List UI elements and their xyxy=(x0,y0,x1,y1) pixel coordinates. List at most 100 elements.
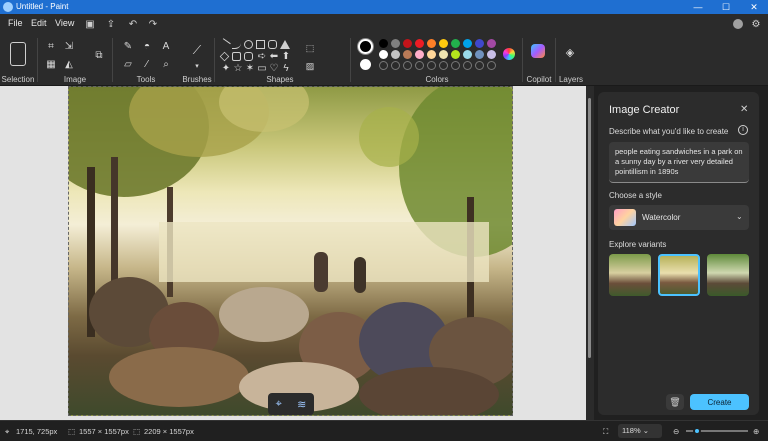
triangle-shape-icon[interactable] xyxy=(280,40,290,49)
color-swatch[interactable] xyxy=(427,39,436,48)
close-window-button[interactable]: ✕ xyxy=(740,0,768,14)
zoom-out-icon[interactable]: ⊖ xyxy=(673,427,679,436)
menu-view[interactable]: View xyxy=(55,18,74,28)
minimize-button[interactable]: — xyxy=(684,0,712,14)
color-swatch[interactable] xyxy=(439,39,448,48)
custom-color-slot[interactable] xyxy=(391,61,400,70)
style-dropdown[interactable]: Watercolor ⌄ xyxy=(609,205,749,230)
crop-icon[interactable]: ⌗ xyxy=(45,41,57,53)
menu-edit[interactable]: Edit xyxy=(31,18,47,28)
hexagon-shape-icon[interactable] xyxy=(244,52,253,61)
zoom-slider-thumb[interactable] xyxy=(693,427,701,435)
share-icon[interactable]: ⇪ xyxy=(104,17,118,31)
color-swatch[interactable] xyxy=(391,50,400,59)
text-tool-icon[interactable]: A xyxy=(160,41,172,53)
star-six-shape-icon[interactable]: ✶ xyxy=(244,63,256,75)
color-swatch[interactable] xyxy=(379,39,388,48)
delete-icon[interactable]: 🗑 xyxy=(666,394,684,410)
magnifier-icon[interactable]: ⌕ xyxy=(160,59,172,71)
rounded-rect-shape-icon[interactable] xyxy=(268,40,277,49)
heart-shape-icon[interactable]: ♡ xyxy=(268,63,280,75)
erase-generative-icon[interactable]: ≋ xyxy=(297,398,306,411)
color-swatch[interactable] xyxy=(427,50,436,59)
oval-shape-icon[interactable] xyxy=(244,40,253,49)
callout-shape-icon[interactable]: ▭ xyxy=(256,63,268,75)
diamond-shape-icon[interactable] xyxy=(219,51,230,62)
settings-gear-icon[interactable]: ⚙ xyxy=(749,17,763,31)
star-four-shape-icon[interactable]: ✦ xyxy=(220,63,232,75)
color-swatch[interactable] xyxy=(451,50,460,59)
star-five-shape-icon[interactable]: ☆ xyxy=(232,63,244,75)
variant-thumbnail-1[interactable] xyxy=(609,254,651,296)
select-all-icon[interactable]: ▦ xyxy=(45,59,57,71)
canvas-image[interactable] xyxy=(68,86,513,416)
color-swatch[interactable] xyxy=(415,39,424,48)
resize-icon[interactable]: ⇲ xyxy=(63,41,75,53)
fit-to-window-icon[interactable]: ⛶ xyxy=(603,427,608,437)
edit-colors-icon[interactable] xyxy=(503,48,515,60)
redo-icon[interactable]: ↷ xyxy=(146,17,160,31)
custom-color-slot[interactable] xyxy=(439,61,448,70)
account-avatar[interactable] xyxy=(733,19,743,29)
color-swatch[interactable] xyxy=(439,50,448,59)
background-removal-icon[interactable]: ⧉ xyxy=(93,50,105,62)
pentagon-shape-icon[interactable] xyxy=(232,52,241,61)
zoom-dropdown[interactable]: 118% ⌄ xyxy=(618,424,662,438)
maximize-button[interactable]: ☐ xyxy=(712,0,740,14)
eraser-icon[interactable]: ▱ xyxy=(122,59,134,71)
color-swatch[interactable] xyxy=(487,39,496,48)
primary-color-swatch[interactable] xyxy=(358,39,373,54)
rectangle-shape-icon[interactable] xyxy=(256,40,265,49)
variant-thumbnail-2-selected[interactable] xyxy=(658,254,700,296)
color-swatch[interactable] xyxy=(379,50,388,59)
pencil-icon[interactable]: ✎ xyxy=(122,41,134,53)
menu-file[interactable]: File xyxy=(8,18,23,28)
color-swatch[interactable] xyxy=(463,50,472,59)
color-swatch[interactable] xyxy=(391,39,400,48)
color-swatch[interactable] xyxy=(487,50,496,59)
copilot-icon[interactable] xyxy=(531,44,545,58)
brush-icon[interactable]: ⟋ xyxy=(191,44,203,56)
fill-bucket-icon[interactable]: ◓ xyxy=(141,41,153,53)
zoom-in-icon[interactable]: ⊕ xyxy=(753,427,759,436)
line-shape-icon[interactable] xyxy=(218,38,231,51)
color-swatch[interactable] xyxy=(403,39,412,48)
shape-fill-icon[interactable]: ▨ xyxy=(304,60,316,72)
custom-color-slot[interactable] xyxy=(463,61,472,70)
arrow-left-shape-icon[interactable]: ⬅ xyxy=(268,51,280,63)
custom-color-slot[interactable] xyxy=(427,61,436,70)
shape-outline-icon[interactable]: ⬚ xyxy=(304,42,316,54)
create-button[interactable]: Create xyxy=(690,394,749,410)
undo-icon[interactable]: ↶ xyxy=(126,17,140,31)
custom-color-slot[interactable] xyxy=(487,61,496,70)
variant-thumbnail-3[interactable] xyxy=(707,254,749,296)
close-panel-icon[interactable]: ✕ xyxy=(740,104,748,115)
shapes-gallery[interactable]: ➪ ⬅ ⬆ ✦ ☆ ✶ ▭ ♡ ϟ xyxy=(218,38,298,75)
color-swatch[interactable] xyxy=(463,39,472,48)
color-swatch[interactable] xyxy=(475,50,484,59)
color-swatch[interactable] xyxy=(451,39,460,48)
selection-tool-icon[interactable] xyxy=(10,42,26,66)
color-picker-icon[interactable]: ⁄ xyxy=(141,59,153,71)
custom-color-slot[interactable] xyxy=(475,61,484,70)
info-icon[interactable]: i xyxy=(738,125,748,135)
curve-shape-icon[interactable] xyxy=(232,40,241,49)
remove-background-icon[interactable]: ⌖ xyxy=(276,398,282,411)
custom-color-slot[interactable] xyxy=(403,61,412,70)
custom-color-slot[interactable] xyxy=(415,61,424,70)
custom-color-slot[interactable] xyxy=(379,61,388,70)
prompt-input[interactable]: people eating sandwiches in a park on a … xyxy=(609,142,749,183)
scrollbar-thumb[interactable] xyxy=(588,98,591,358)
secondary-color-swatch[interactable] xyxy=(360,59,371,70)
layers-icon[interactable]: ◈ xyxy=(564,47,576,59)
arrow-right-shape-icon[interactable]: ➪ xyxy=(256,51,268,63)
color-swatch[interactable] xyxy=(475,39,484,48)
lightning-shape-icon[interactable]: ϟ xyxy=(280,63,292,75)
custom-color-slot[interactable] xyxy=(451,61,460,70)
save-icon[interactable]: ▣ xyxy=(83,17,97,31)
color-swatch[interactable] xyxy=(403,50,412,59)
arrow-up-shape-icon[interactable]: ⬆ xyxy=(280,51,292,63)
rotate-icon[interactable]: ◭ xyxy=(63,59,75,71)
brush-dropdown-chevron-icon[interactable]: ▾ xyxy=(191,60,203,72)
color-swatch[interactable] xyxy=(415,50,424,59)
